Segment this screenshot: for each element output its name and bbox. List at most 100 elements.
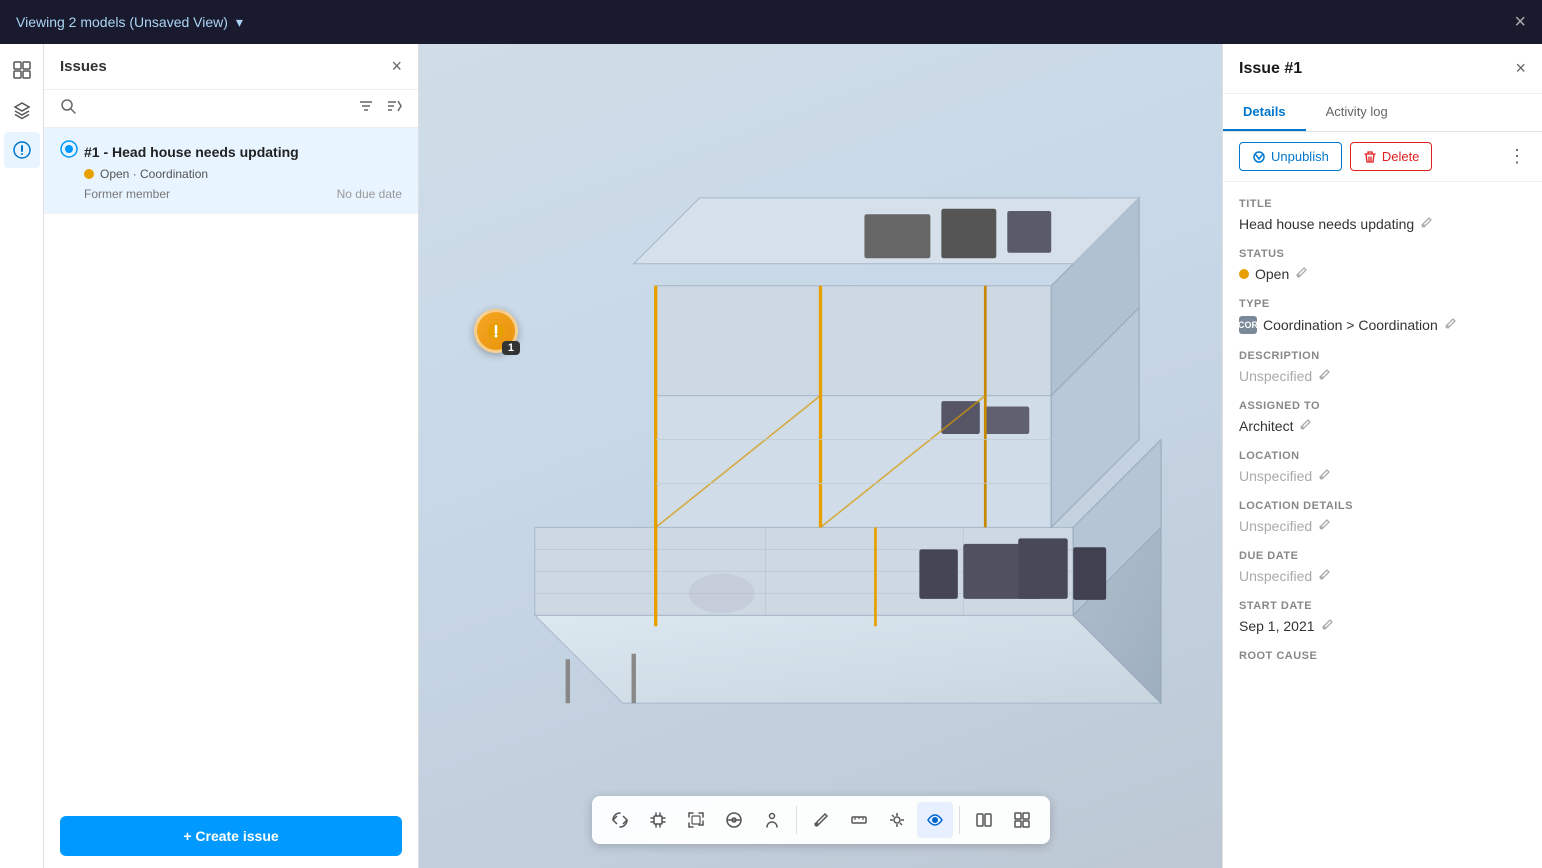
title-field: Title Head house needs updating <box>1239 198 1526 232</box>
tab-activity-log[interactable]: Activity log <box>1306 94 1408 131</box>
issue-item-footer: Former member No due date <box>84 187 402 201</box>
measure-button[interactable] <box>841 802 877 838</box>
location-details-edit-icon[interactable] <box>1318 518 1331 534</box>
location-details-field: Location details Unspecified <box>1239 500 1526 534</box>
orbit-button[interactable] <box>602 802 638 838</box>
due-date-value: Unspecified <box>1239 568 1526 584</box>
unpublish-label: Unpublish <box>1271 149 1329 164</box>
issues-icon[interactable] <box>4 132 40 168</box>
search-icon[interactable] <box>60 98 76 119</box>
status-field: Status Open <box>1239 248 1526 282</box>
toolbar-divider-2 <box>959 806 960 834</box>
start-date-field: Start date Sep 1, 2021 <box>1239 600 1526 634</box>
tab-details[interactable]: Details <box>1223 94 1306 131</box>
location-text: Unspecified <box>1239 468 1312 484</box>
issues-toolbar <box>44 90 418 128</box>
issue-marker-badge: 1 <box>502 341 520 355</box>
issue-item-title: #1 - Head house needs updating <box>84 144 299 160</box>
split-button[interactable] <box>966 802 1002 838</box>
issues-panel-title: Issues <box>60 58 107 75</box>
top-bar-title-group: Viewing 2 models (Unsaved View) ▾ <box>16 14 243 31</box>
issue-member-text: Former member <box>84 187 170 201</box>
viewport[interactable]: 1 <box>419 44 1222 868</box>
description-label: Description <box>1239 350 1526 362</box>
type-value: COR Coordination > Coordination <box>1239 316 1526 334</box>
location-value: Unspecified <box>1239 468 1526 484</box>
title-edit-icon[interactable] <box>1420 216 1433 232</box>
status-value: Open <box>1239 266 1526 282</box>
type-field: Type COR Coordination > Coordination <box>1239 298 1526 334</box>
views-button[interactable] <box>917 802 953 838</box>
filter-icon[interactable] <box>358 98 374 119</box>
details-header: Issue #1 × <box>1223 44 1542 94</box>
status-label: Status <box>1239 248 1526 260</box>
fit-button[interactable] <box>678 802 714 838</box>
details-panel-title: Issue #1 <box>1239 60 1302 78</box>
assigned-to-edit-icon[interactable] <box>1299 418 1312 434</box>
issues-panel-close-button[interactable]: × <box>391 56 402 77</box>
issue-item-header: #1 - Head house needs updating <box>60 140 402 163</box>
location-label: Location <box>1239 450 1526 462</box>
issues-header: Issues × <box>44 44 418 90</box>
due-date-field: Due date Unspecified <box>1239 550 1526 584</box>
top-bar-close-button[interactable]: × <box>1514 11 1526 34</box>
type-edit-icon[interactable] <box>1444 317 1457 333</box>
issue-active-icon <box>60 140 78 163</box>
type-label: Type <box>1239 298 1526 310</box>
pan-button[interactable] <box>640 802 676 838</box>
issue-status-text: Open · Coordination <box>100 167 208 181</box>
assigned-to-value: Architect <box>1239 418 1526 434</box>
top-bar: Viewing 2 models (Unsaved View) ▾ × <box>0 0 1542 44</box>
first-person-button[interactable] <box>754 802 790 838</box>
viewing-title[interactable]: Viewing 2 models (Unsaved View) <box>16 14 228 30</box>
location-edit-icon[interactable] <box>1318 468 1331 484</box>
delete-label: Delete <box>1382 149 1420 164</box>
explode-button[interactable] <box>879 802 915 838</box>
type-text: Coordination > Coordination <box>1263 317 1438 333</box>
location-details-text: Unspecified <box>1239 518 1312 534</box>
start-date-value: Sep 1, 2021 <box>1239 618 1526 634</box>
due-date-label: Due date <box>1239 550 1526 562</box>
sort-icon[interactable] <box>386 98 402 119</box>
description-text: Unspecified <box>1239 368 1312 384</box>
assigned-to-field: Assigned to Architect <box>1239 400 1526 434</box>
markup-button[interactable] <box>803 802 839 838</box>
grid-button[interactable] <box>1004 802 1040 838</box>
status-edit-icon[interactable] <box>1295 266 1308 282</box>
panels-icon[interactable] <box>4 52 40 88</box>
root-cause-field: Root cause <box>1239 650 1526 662</box>
start-date-text: Sep 1, 2021 <box>1239 618 1315 634</box>
description-edit-icon[interactable] <box>1318 368 1331 384</box>
issue-item[interactable]: #1 - Head house needs updating Open · Co… <box>44 128 418 214</box>
description-field: Description Unspecified <box>1239 350 1526 384</box>
details-panel-close-button[interactable]: × <box>1515 58 1526 79</box>
assigned-to-text: Architect <box>1239 418 1293 434</box>
viewport-toolbar <box>592 796 1050 844</box>
building-3d-view <box>419 44 1222 868</box>
issue-due-date: No due date <box>337 187 402 201</box>
title-dropdown-icon[interactable]: ▾ <box>236 14 243 31</box>
issue-item-meta: Open · Coordination <box>84 167 402 181</box>
title-value: Head house needs updating <box>1239 216 1526 232</box>
due-date-edit-icon[interactable] <box>1318 568 1331 584</box>
details-tabs: Details Activity log <box>1223 94 1542 132</box>
layers-icon[interactable] <box>4 92 40 128</box>
issue-marker[interactable]: 1 <box>474 309 518 353</box>
delete-button[interactable]: Delete <box>1350 142 1433 171</box>
details-actions: Unpublish Delete ⋮ <box>1223 132 1542 182</box>
section-button[interactable] <box>716 802 752 838</box>
due-date-text: Unspecified <box>1239 568 1312 584</box>
more-options-button[interactable]: ⋮ <box>1508 146 1526 167</box>
start-date-edit-icon[interactable] <box>1321 618 1334 634</box>
location-field: Location Unspecified <box>1239 450 1526 484</box>
create-issue-button[interactable]: + Create issue <box>60 816 402 856</box>
unpublish-button[interactable]: Unpublish <box>1239 142 1342 171</box>
issues-panel: Issues × <box>44 44 419 868</box>
main-layout: Issues × <box>0 44 1542 868</box>
status-dot-icon <box>1239 269 1249 279</box>
type-badge: COR <box>1239 316 1257 334</box>
status-text: Open <box>1255 266 1289 282</box>
root-cause-label: Root cause <box>1239 650 1526 662</box>
title-text: Head house needs updating <box>1239 216 1414 232</box>
icon-sidebar <box>0 44 44 868</box>
